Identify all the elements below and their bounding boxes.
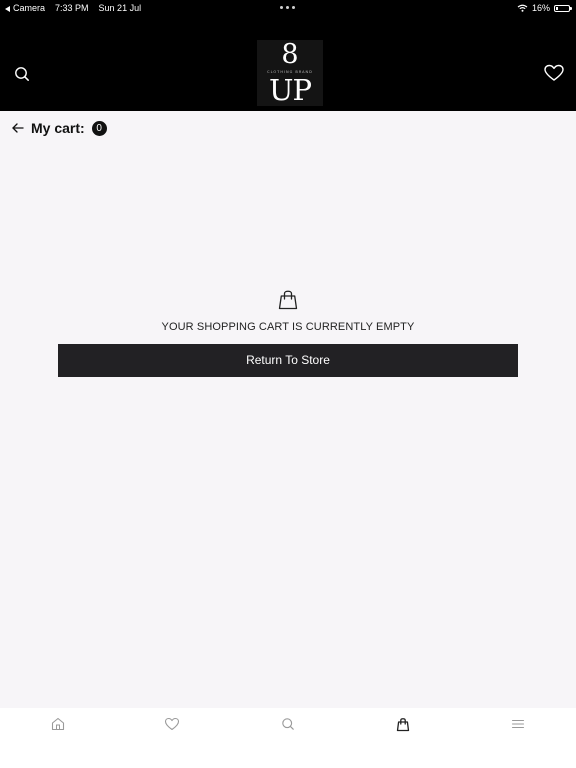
status-time: 7:33 PM — [55, 3, 89, 13]
logo-word: UP — [269, 73, 312, 107]
home-icon[interactable] — [50, 716, 66, 732]
cart-header: My cart: 0 — [11, 118, 107, 138]
tab-cart-bag-icon[interactable] — [395, 716, 411, 732]
status-left: Camera 7:33 PM Sun 21 Jul — [5, 0, 141, 16]
shopping-bag-icon — [278, 290, 298, 310]
return-to-store-button[interactable]: Return To Store — [58, 344, 518, 377]
status-date: Sun 21 Jul — [98, 3, 142, 13]
back-to-app[interactable]: Camera — [5, 0, 45, 16]
multitasking-dots-icon[interactable] — [280, 6, 295, 9]
back-triangle-icon — [5, 5, 10, 12]
wifi-icon — [517, 4, 528, 12]
search-icon[interactable] — [12, 64, 32, 84]
logo-number: 8 — [281, 39, 299, 70]
empty-cart-message: YOUR SHOPPING CART IS CURRENTLY EMPTY — [161, 321, 415, 333]
cart-count-badge: 0 — [91, 120, 107, 136]
heart-icon[interactable] — [543, 63, 565, 83]
battery-icon — [554, 4, 572, 12]
brand-logo[interactable]: 8 CLOTHING BRAND UP — [257, 40, 323, 106]
menu-icon[interactable] — [510, 716, 526, 732]
battery-percent: 16% — [531, 3, 550, 13]
wishlist-heart-icon[interactable] — [164, 716, 180, 732]
back-arrow-icon[interactable] — [11, 121, 25, 135]
cart-title: My cart: — [31, 120, 85, 136]
tab-search-icon[interactable] — [280, 716, 296, 732]
status-right: 16% — [517, 0, 572, 16]
bottom-tab-bar — [0, 708, 576, 768]
status-bar: Camera 7:33 PM Sun 21 Jul 16% — [0, 0, 576, 16]
app-header: Camera 7:33 PM Sun 21 Jul 16% 8 CLOTHING… — [0, 0, 576, 111]
